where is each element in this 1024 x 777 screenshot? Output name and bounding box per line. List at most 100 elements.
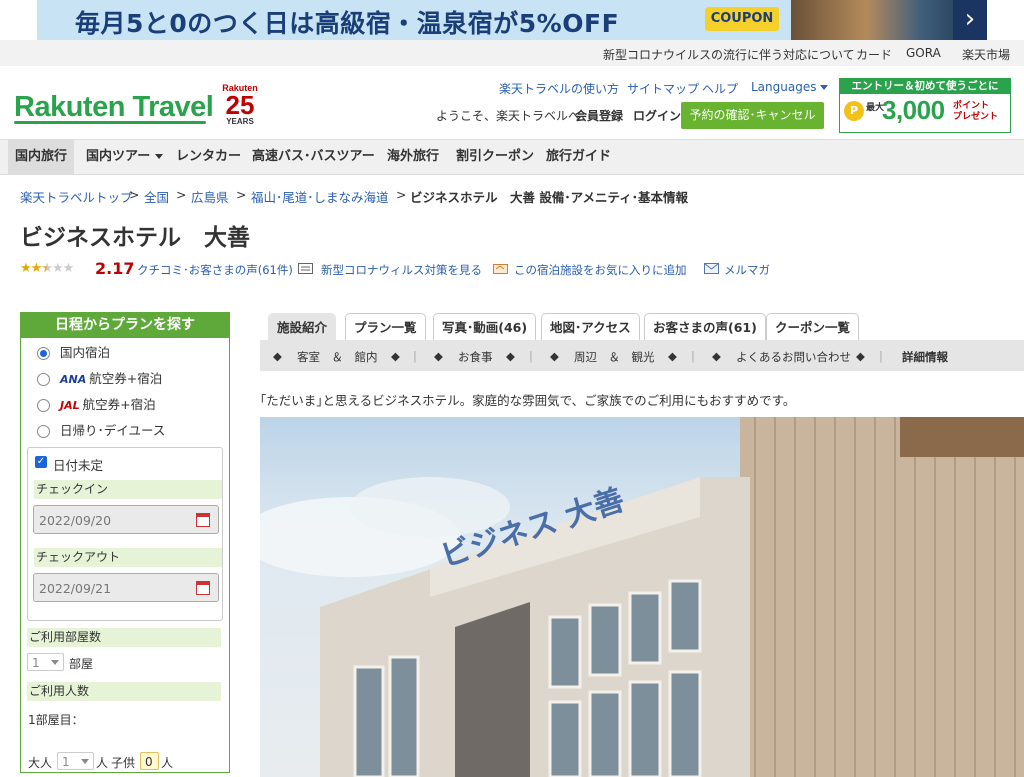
- adult-unit: 人: [96, 756, 109, 770]
- rooms-unit: 部屋: [69, 657, 94, 671]
- tab-plans[interactable]: プラン一覧: [345, 313, 426, 340]
- radio[interactable]: [37, 373, 50, 386]
- child-label: 子供: [111, 756, 136, 770]
- subnav-details[interactable]: 詳細情報: [902, 349, 948, 365]
- checkin-label: チェックイン: [34, 480, 222, 499]
- howto-link[interactable]: 楽天トラベルの使い方: [499, 80, 619, 97]
- date-selection-box: ✓ 日付未定 チェックイン 2022/09/20 チェックアウト 2022/09…: [27, 447, 223, 621]
- adult-select[interactable]: 1: [57, 752, 94, 770]
- subnav-sightseeing[interactable]: 周辺 ＆ 観光: [574, 349, 655, 365]
- card-link[interactable]: カード: [856, 46, 892, 63]
- diamond-icon: ◆: [391, 349, 400, 363]
- plan-type-label: 日帰り･デイユース: [60, 423, 166, 438]
- subnav-divider: |: [879, 349, 883, 363]
- favorite-icon: [493, 264, 508, 274]
- tab-reviews[interactable]: お客さまの声(61): [644, 313, 766, 340]
- tab-facility-intro[interactable]: 施設紹介: [268, 313, 337, 340]
- checkin-input[interactable]: 2022/09/20: [33, 505, 219, 534]
- gora-link[interactable]: GORA: [906, 46, 941, 60]
- help-link[interactable]: ヘルプ: [702, 80, 738, 97]
- radio-selected[interactable]: [37, 347, 50, 360]
- child-unit: 人: [161, 756, 174, 770]
- nav-domestic-tours[interactable]: 国内ツアー: [79, 140, 170, 174]
- nav-travel-guide[interactable]: 旅行ガイド: [539, 140, 618, 174]
- breadcrumb-hiroshima[interactable]: 広島県: [191, 187, 229, 206]
- nav-rentacar[interactable]: レンタカー: [169, 140, 248, 174]
- mailmag-link[interactable]: メルマガ: [724, 262, 770, 278]
- calendar-icon[interactable]: [196, 581, 210, 595]
- rating-stars: ★★★★★: [20, 261, 74, 276]
- subnav-meals[interactable]: お食事: [458, 349, 493, 365]
- diamond-icon: ◆: [273, 349, 282, 363]
- languages-dropdown[interactable]: Languages: [751, 80, 829, 94]
- checkout-value: 2022/09/21: [39, 581, 112, 596]
- plan-type-label: 国内宿泊: [60, 345, 111, 360]
- star-icon: ★: [30, 261, 43, 276]
- chevron-down-icon: [820, 85, 829, 90]
- badge-years: YEARS: [226, 117, 254, 126]
- breadcrumb-separator: >: [129, 187, 140, 202]
- child-input[interactable]: 0: [140, 752, 159, 770]
- nav-bus[interactable]: 高速バス･バスツアー: [245, 140, 382, 174]
- tab-photos[interactable]: 写真･動画(46): [433, 313, 537, 340]
- global-nav: 国内旅行 国内ツアー レンタカー 高速バス･バスツアー 海外旅行 割引クーポン …: [0, 139, 1024, 175]
- welcome-text: ようこそ、楽天トラベルへ: [436, 109, 581, 123]
- plan-type-domestic[interactable]: 国内宿泊: [37, 342, 110, 362]
- add-favorite-link[interactable]: この宿泊施設をお気に入りに追加: [514, 262, 687, 278]
- plan-type-ana[interactable]: ANA 航空券+宿泊: [37, 368, 162, 388]
- register-link[interactable]: 会員登録: [575, 107, 623, 124]
- rating-row: ★★★★★ 2.17 クチコミ･お客さまの声(61件) 新型コロナウィルス対策を…: [20, 259, 820, 279]
- 25-years-badge: Rakuten 25 YEARS: [222, 83, 258, 129]
- radio[interactable]: [37, 399, 50, 412]
- promo-next-button[interactable]: ›: [953, 0, 987, 40]
- subnav-faq[interactable]: よくあるお問い合わせ: [736, 349, 851, 365]
- rakuten-travel-logo[interactable]: Rakuten Travel: [14, 91, 214, 124]
- coupon-badge: COUPON: [705, 7, 779, 31]
- plan-type-label: 航空券+宿泊: [82, 397, 156, 412]
- login-link[interactable]: ログイン: [633, 107, 681, 124]
- hotel-building-illustration: ビジネス 大善: [260, 417, 1024, 777]
- subnav-divider: |: [529, 349, 533, 363]
- diamond-icon: ◆: [434, 349, 443, 363]
- covid-measures-link[interactable]: 新型コロナウィルス対策を見る: [321, 262, 482, 278]
- tab-coupons[interactable]: クーポン一覧: [766, 313, 860, 340]
- breadcrumb-separator: >: [396, 187, 407, 202]
- nav-domestic-travel[interactable]: 国内旅行: [8, 140, 75, 174]
- entry-campaign-banner[interactable]: エントリー＆初めて使うごとに P 最大 3,000 ポイント プレゼント: [839, 78, 1011, 133]
- reservation-check-button[interactable]: 予約の確認･キャンセル: [681, 102, 824, 129]
- checkout-input[interactable]: 2022/09/21: [33, 573, 219, 602]
- subnav-rooms[interactable]: 客室 ＆ 館内: [297, 349, 378, 365]
- ana-logo-icon: ANA: [60, 373, 87, 386]
- diamond-icon: ◆: [856, 349, 865, 363]
- rooms-select[interactable]: 1: [27, 653, 64, 671]
- nav-coupons[interactable]: 割引クーポン: [449, 140, 541, 174]
- chevron-down-icon: [81, 759, 89, 764]
- promo-banner[interactable]: 毎月5と0のつく日は高級宿・温泉宿が5%OFF COUPON ›: [37, 0, 987, 40]
- rooms-value: 1: [32, 656, 40, 670]
- plan-type-jal[interactable]: JAL 航空券+宿泊: [37, 394, 156, 414]
- breadcrumb-top[interactable]: 楽天トラベルトップ: [20, 187, 133, 206]
- point-coin-icon: P: [844, 101, 864, 121]
- breadcrumb-area[interactable]: 福山･尾道･しまなみ海道: [251, 187, 389, 206]
- radio[interactable]: [37, 425, 50, 438]
- sitemap-link[interactable]: サイトマップ: [627, 80, 699, 97]
- adult-value: 1: [62, 755, 70, 769]
- reviews-link[interactable]: クチコミ･お客さまの声(61件): [137, 262, 293, 278]
- date-undecided-checkbox[interactable]: ✓: [35, 456, 47, 468]
- nav-domestic-tours-label: 国内ツアー: [86, 149, 151, 164]
- covid-notice-link[interactable]: 新型コロナウイルスの流行に伴う対応について: [603, 46, 855, 63]
- badge-number: 25: [225, 90, 255, 120]
- breadcrumb-nationwide[interactable]: 全国: [144, 187, 169, 206]
- guests-label: ご利用人数: [27, 682, 221, 701]
- facility-intro-text: ｢ただいま｣と思えるビジネスホテル。家庭的な雰囲気で、ご家族でのご利用にもおすす…: [260, 393, 796, 408]
- nav-overseas[interactable]: 海外旅行: [380, 140, 446, 174]
- rakuten-ichiba-link[interactable]: 楽天市場: [962, 46, 1010, 63]
- date-undecided-label: 日付未定: [53, 458, 104, 473]
- facility-subnav: ◆ 客室 ＆ 館内 ◆ | ◆ お食事 ◆ | ◆ 周辺 ＆ 観光 ◆ | ◆ …: [260, 340, 1024, 371]
- plan-type-dayuse[interactable]: 日帰り･デイユース: [37, 420, 165, 440]
- tab-map[interactable]: 地図･アクセス: [541, 313, 640, 340]
- breadcrumb-separator: >: [236, 187, 247, 202]
- breadcrumb-current: ビジネスホテル 大善 設備･アメニティ･基本情報: [410, 190, 688, 205]
- calendar-icon[interactable]: [196, 513, 210, 527]
- hotel-photo[interactable]: ビジネス 大善: [260, 417, 1024, 777]
